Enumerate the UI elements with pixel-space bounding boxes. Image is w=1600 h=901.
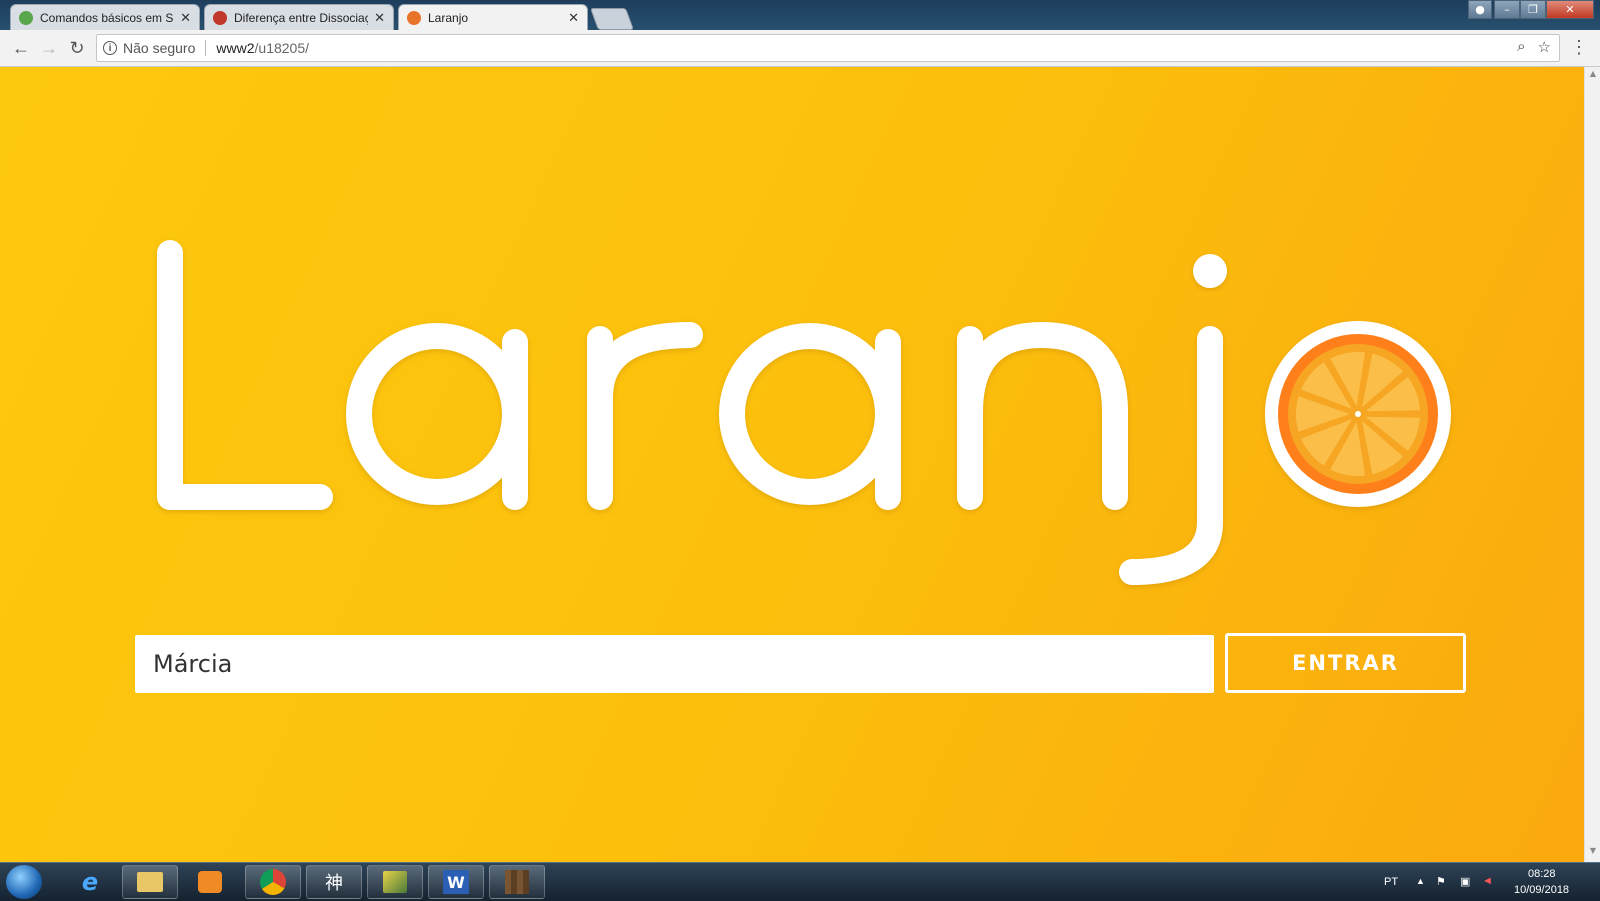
menu-icon[interactable]: ⋮	[1570, 37, 1588, 58]
scroll-down-icon[interactable]: ▼	[1585, 846, 1600, 860]
logo-letter-a2	[719, 323, 901, 510]
logo-letter-r	[587, 322, 703, 510]
browser-titlebar: Comandos básicos em SQ ✕ Diferença entre…	[0, 0, 1600, 30]
show-hidden-icons-icon[interactable]: ▲	[1416, 876, 1425, 886]
reload-icon[interactable]: ↻	[66, 37, 88, 59]
tab-favicon-icon	[213, 10, 227, 25]
tab-label: Diferença entre Dissociaç	[234, 10, 369, 25]
logo-j-dot	[1193, 254, 1227, 288]
new-tab-button[interactable]	[589, 8, 635, 30]
word-glyph: W	[443, 870, 469, 894]
close-icon[interactable]: ✕	[180, 10, 191, 26]
security-label: Não seguro	[123, 40, 196, 56]
tab-laranjo[interactable]: Laranjo ✕	[398, 4, 588, 30]
url-host: www2	[216, 40, 255, 56]
minecraft-icon[interactable]	[489, 865, 545, 899]
user-icon[interactable]: ●	[1468, 0, 1492, 19]
laranjo-logo	[157, 240, 1451, 585]
file-explorer-icon[interactable]	[122, 865, 178, 899]
forward-arrow-icon[interactable]: →	[38, 37, 60, 59]
star-icon[interactable]: ☆	[1538, 38, 1551, 56]
word-icon[interactable]: W	[428, 865, 484, 899]
logo-letter-l	[157, 240, 333, 510]
start-button[interactable]	[6, 865, 42, 899]
tab-label: Comandos básicos em SQ	[40, 10, 175, 25]
clock-time[interactable]: 08:28	[1528, 868, 1556, 880]
magnifier-icon[interactable]: ⌕	[1517, 38, 1525, 56]
page-content: ENTRAR	[0, 67, 1584, 862]
ime-glyph: 神	[325, 873, 343, 894]
action-center-flag-icon[interactable]: ⚑	[1436, 875, 1446, 888]
close-icon[interactable]: ✕	[568, 10, 579, 26]
volume-muted-icon[interactable]: ◄	[1482, 875, 1493, 887]
logo-letter-a	[346, 323, 528, 510]
orange-slice-icon	[1265, 321, 1451, 507]
tab-label: Laranjo	[428, 10, 469, 25]
chrome-icon[interactable]	[245, 865, 301, 899]
scroll-up-icon[interactable]: ▲	[1585, 69, 1600, 83]
minimize-button[interactable]: –	[1494, 0, 1520, 19]
language-indicator[interactable]: PT	[1384, 876, 1398, 888]
url-path: /u18205/	[254, 40, 310, 56]
address-bar[interactable]: i Não seguro www2/u18205/ ⌕ ☆	[96, 34, 1560, 62]
tab-sql[interactable]: Comandos básicos em SQ ✕	[10, 4, 200, 30]
vertical-scrollbar[interactable]: ▲ ▼	[1584, 67, 1600, 862]
clock-date[interactable]: 10/09/2018	[1514, 884, 1569, 896]
info-icon[interactable]: i	[103, 41, 117, 55]
internet-explorer-icon[interactable]: e	[62, 865, 118, 899]
back-arrow-icon[interactable]: ←	[10, 37, 32, 59]
close-icon[interactable]: ✕	[374, 10, 385, 26]
browser-toolbar: ← → ↻ i Não seguro www2/u18205/ ⌕ ☆ ⋮	[0, 30, 1600, 67]
ime-tool-icon[interactable]: 神	[306, 865, 362, 899]
build-tool-icon[interactable]	[367, 865, 423, 899]
tab-favicon-icon	[19, 10, 33, 25]
system-tray: PT ▲ ⚑ ▣ ◄ 08:28 10/09/2018	[1350, 863, 1600, 901]
tab-diferenca[interactable]: Diferença entre Dissociaç ✕	[204, 4, 394, 30]
address-divider	[205, 40, 207, 56]
logo-letter-j	[1119, 326, 1223, 585]
logo-letter-n	[957, 322, 1128, 510]
windows-taskbar: e 神 W PT ▲ ⚑ ▣ ◄ 08:28 10/09/2018	[0, 862, 1600, 901]
network-icon[interactable]: ▣	[1460, 875, 1470, 888]
tab-favicon-icon	[407, 10, 421, 25]
enter-button[interactable]: ENTRAR	[1225, 633, 1466, 693]
maximize-button[interactable]: ❐	[1520, 0, 1546, 19]
close-window-button[interactable]: ✕	[1546, 0, 1594, 19]
name-input[interactable]	[135, 635, 1214, 693]
media-player-icon[interactable]	[182, 865, 238, 899]
